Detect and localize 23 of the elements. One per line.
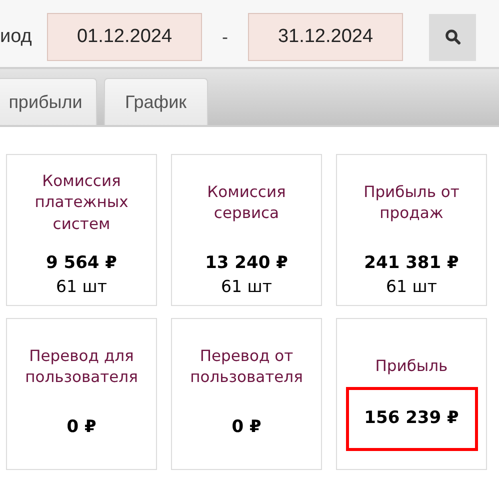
card-count: 61 шт [386, 276, 437, 296]
card-count: 61 шт [221, 276, 272, 296]
card-title: Прибыль [374, 356, 449, 378]
search-button[interactable] [429, 14, 476, 60]
card-value: 9 564 ₽ [46, 252, 117, 275]
card-value: 13 240 ₽ [205, 252, 288, 275]
card-value: 0 ₽ [232, 416, 262, 439]
card-title: Перевод от пользователя [189, 346, 304, 388]
card-title: Комиссия платежных систем [34, 171, 130, 235]
card-title: Комиссия сервиса [206, 182, 287, 224]
card-value: 241 381 ₽ [364, 252, 459, 275]
tab[interactable]: График [104, 78, 208, 125]
period-label: иод [0, 24, 33, 49]
card-value: 156 239 ₽ [364, 407, 459, 430]
card-title: Прибыль от продаж [362, 182, 460, 224]
date-from-field[interactable]: 01.12.2024 [47, 13, 202, 61]
date-separator: - [221, 26, 229, 48]
tab[interactable]: прибыли [0, 78, 97, 125]
card-value: 0 ₽ [66, 416, 96, 439]
card-title: Перевод для пользователя [24, 346, 139, 388]
card-count: 61 шт [56, 276, 107, 296]
date-to-field[interactable]: 31.12.2024 [248, 13, 403, 61]
search-icon [444, 29, 460, 45]
